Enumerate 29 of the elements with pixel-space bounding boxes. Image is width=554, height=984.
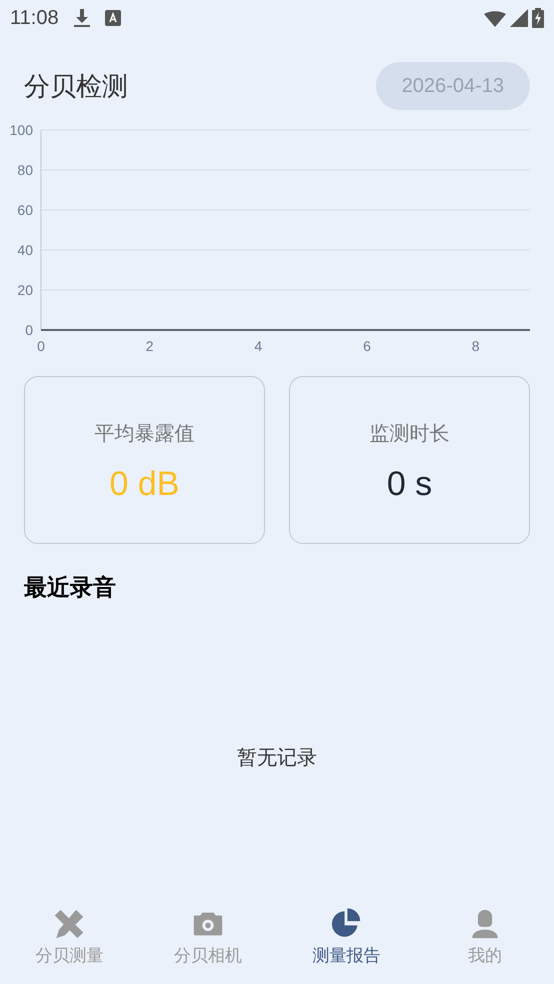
signal-icon — [510, 9, 528, 27]
x-tick-label: 2 — [146, 338, 154, 352]
y-tick-label: 0 — [25, 322, 33, 338]
empty-message: 暂无记录 — [237, 746, 317, 770]
x-tick-label: 6 — [363, 338, 371, 352]
stat-value: 0 s — [386, 467, 432, 501]
y-tick-label: 60 — [17, 202, 33, 218]
status-time: 11:08 — [10, 6, 59, 31]
y-tick-label: 100 — [10, 122, 33, 138]
stat-value: 0 dB — [110, 467, 180, 501]
keyboard-icon — [104, 10, 121, 26]
stat-label: 监测时长 — [370, 422, 450, 447]
stat-label: 平均暴露值 — [94, 422, 194, 447]
nav-tab[interactable]: 测量报告 — [277, 900, 416, 976]
date-button[interactable]: 2026-04-13 — [376, 62, 530, 110]
nav-tab[interactable]: 分贝测量 — [0, 900, 138, 976]
page-title: 分贝检测 — [24, 70, 128, 102]
section-heading: 最近录音 — [23, 573, 117, 602]
x-tick-label: 8 — [472, 338, 480, 352]
nav-tab[interactable]: 分贝相机 — [138, 900, 277, 976]
y-tick-label: 20 — [17, 282, 33, 298]
download-icon — [72, 8, 91, 28]
nav-tab[interactable]: 我的 — [416, 900, 554, 976]
x-tick-label: 4 — [254, 338, 262, 352]
wifi-icon — [484, 9, 506, 27]
x-tick-label: 0 — [37, 338, 45, 352]
y-tick-label: 80 — [17, 162, 33, 178]
battery-icon — [532, 8, 544, 28]
y-tick-label: 40 — [17, 242, 33, 258]
